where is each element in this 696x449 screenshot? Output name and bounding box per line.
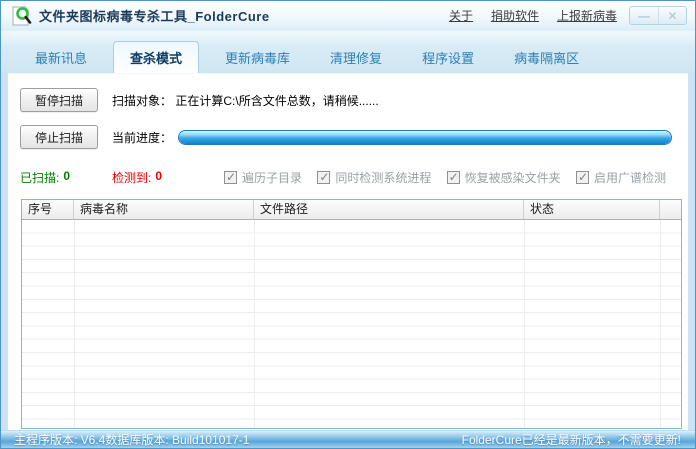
pause-scan-button[interactable]: 暂停扫描 [20, 88, 98, 112]
minimize-icon[interactable]: — [630, 7, 658, 24]
column-header-stub [660, 200, 681, 220]
tab-update-virus-db[interactable]: 更新病毒库 [211, 43, 304, 73]
version-info: 主程序版本: V6.4数据库版本: Build101017-1 [14, 433, 250, 447]
scanned-count: 已扫描: 0 [20, 169, 112, 186]
scan-options: 遍历子目录 同时检测系统进程 恢复被感染文件夹 启用广谱检测 [224, 169, 680, 186]
app-window: 文件夹图标病毒专杀工具_FolderCure 关于 捐助软件 上报新病毒 — ✕… [0, 0, 696, 449]
stop-scan-button[interactable]: 停止扫描 [20, 125, 98, 149]
column-divider [524, 220, 525, 428]
checkbox-checked-icon[interactable] [446, 170, 460, 184]
checkbox-checked-icon[interactable] [575, 170, 589, 184]
window-controls: — ✕ [629, 6, 687, 25]
option-detect-system-processes[interactable]: 同时检测系统进程 [317, 169, 431, 186]
column-divider [254, 220, 255, 428]
column-divider [74, 220, 75, 428]
option-traverse-subdirs[interactable]: 遍历子目录 [224, 169, 302, 186]
app-title: 文件夹图标病毒专杀工具_FolderCure [39, 9, 270, 24]
results-table-header: 序号 病毒名称 文件路径 状态 [22, 200, 681, 220]
detected-value: 0 [155, 169, 163, 183]
progress-fill [179, 130, 671, 144]
app-logo-magnifier-icon [12, 5, 32, 26]
titlebar-links: 关于 捐助软件 上报新病毒 [449, 7, 617, 24]
option-label: 启用广谱检测 [593, 171, 666, 185]
column-header-status[interactable]: 状态 [524, 200, 660, 220]
column-header-virus-name[interactable]: 病毒名称 [74, 200, 254, 220]
progress-label: 当前进度： [112, 130, 173, 145]
scanned-value: 0 [63, 169, 71, 183]
scan-target-value: 正在计算C:\所含文件总数，请稍候...... [175, 93, 379, 108]
results-table-body [22, 220, 681, 428]
option-broad-spectrum-detection[interactable]: 启用广谱检测 [575, 169, 666, 186]
progress-bar [178, 129, 672, 145]
results-table: 序号 病毒名称 文件路径 状态 [21, 199, 682, 429]
tab-clean-repair[interactable]: 清理修复 [316, 43, 396, 73]
status-bar: 主程序版本: V6.4数据库版本: Build101017-1 FolderCu… [1, 430, 695, 448]
scan-target-text: 扫描对象： 正在计算C:\所含文件总数，请稍候...... [112, 92, 379, 109]
detected-count: 检测到: 0 [112, 169, 212, 186]
report-virus-link[interactable]: 上报新病毒 [557, 7, 617, 24]
column-header-index[interactable]: 序号 [22, 200, 74, 220]
tab-latest-news[interactable]: 最新讯息 [21, 43, 101, 73]
update-status: FolderCure已经是最新版本，不需要更新! [461, 433, 681, 447]
tab-scan-mode[interactable]: 查杀模式 [113, 41, 200, 74]
option-label: 同时检测系统进程 [335, 171, 432, 185]
title-bar: 文件夹图标病毒专杀工具_FolderCure 关于 捐助软件 上报新病毒 — ✕ [1, 1, 695, 31]
option-label: 遍历子目录 [242, 171, 303, 185]
option-restore-infected-folders[interactable]: 恢复被感染文件夹 [446, 169, 561, 186]
stats-options-row: 已扫描: 0 检测到: 0 遍历子目录 同时检测系统进程 恢复被感染文件夹 [13, 169, 680, 186]
column-header-file-path[interactable]: 文件路径 [254, 200, 524, 220]
detected-label: 检测到: [112, 171, 152, 185]
tab-bar: 最新讯息 查杀模式 更新病毒库 清理修复 程序设置 病毒隔离区 [1, 41, 695, 74]
scan-panel: 暂停扫描 扫描对象： 正在计算C:\所含文件总数，请稍候...... 停止扫描 … [8, 73, 688, 430]
column-divider [660, 220, 661, 428]
checkbox-checked-icon[interactable] [317, 170, 331, 184]
scan-target-row: 暂停扫描 扫描对象： 正在计算C:\所含文件总数，请稍候...... [13, 88, 680, 112]
checkbox-checked-icon[interactable] [224, 170, 237, 184]
donate-link[interactable]: 捐助软件 [491, 7, 539, 24]
progress-row: 停止扫描 当前进度： [13, 125, 680, 149]
tab-settings[interactable]: 程序设置 [408, 43, 488, 73]
close-icon[interactable]: ✕ [658, 7, 686, 24]
option-label: 恢复被感染文件夹 [464, 171, 561, 185]
scan-target-label: 扫描对象： [112, 93, 173, 108]
scanned-label: 已扫描: [20, 171, 60, 185]
about-link[interactable]: 关于 [449, 7, 473, 24]
tab-quarantine[interactable]: 病毒隔离区 [500, 43, 593, 73]
